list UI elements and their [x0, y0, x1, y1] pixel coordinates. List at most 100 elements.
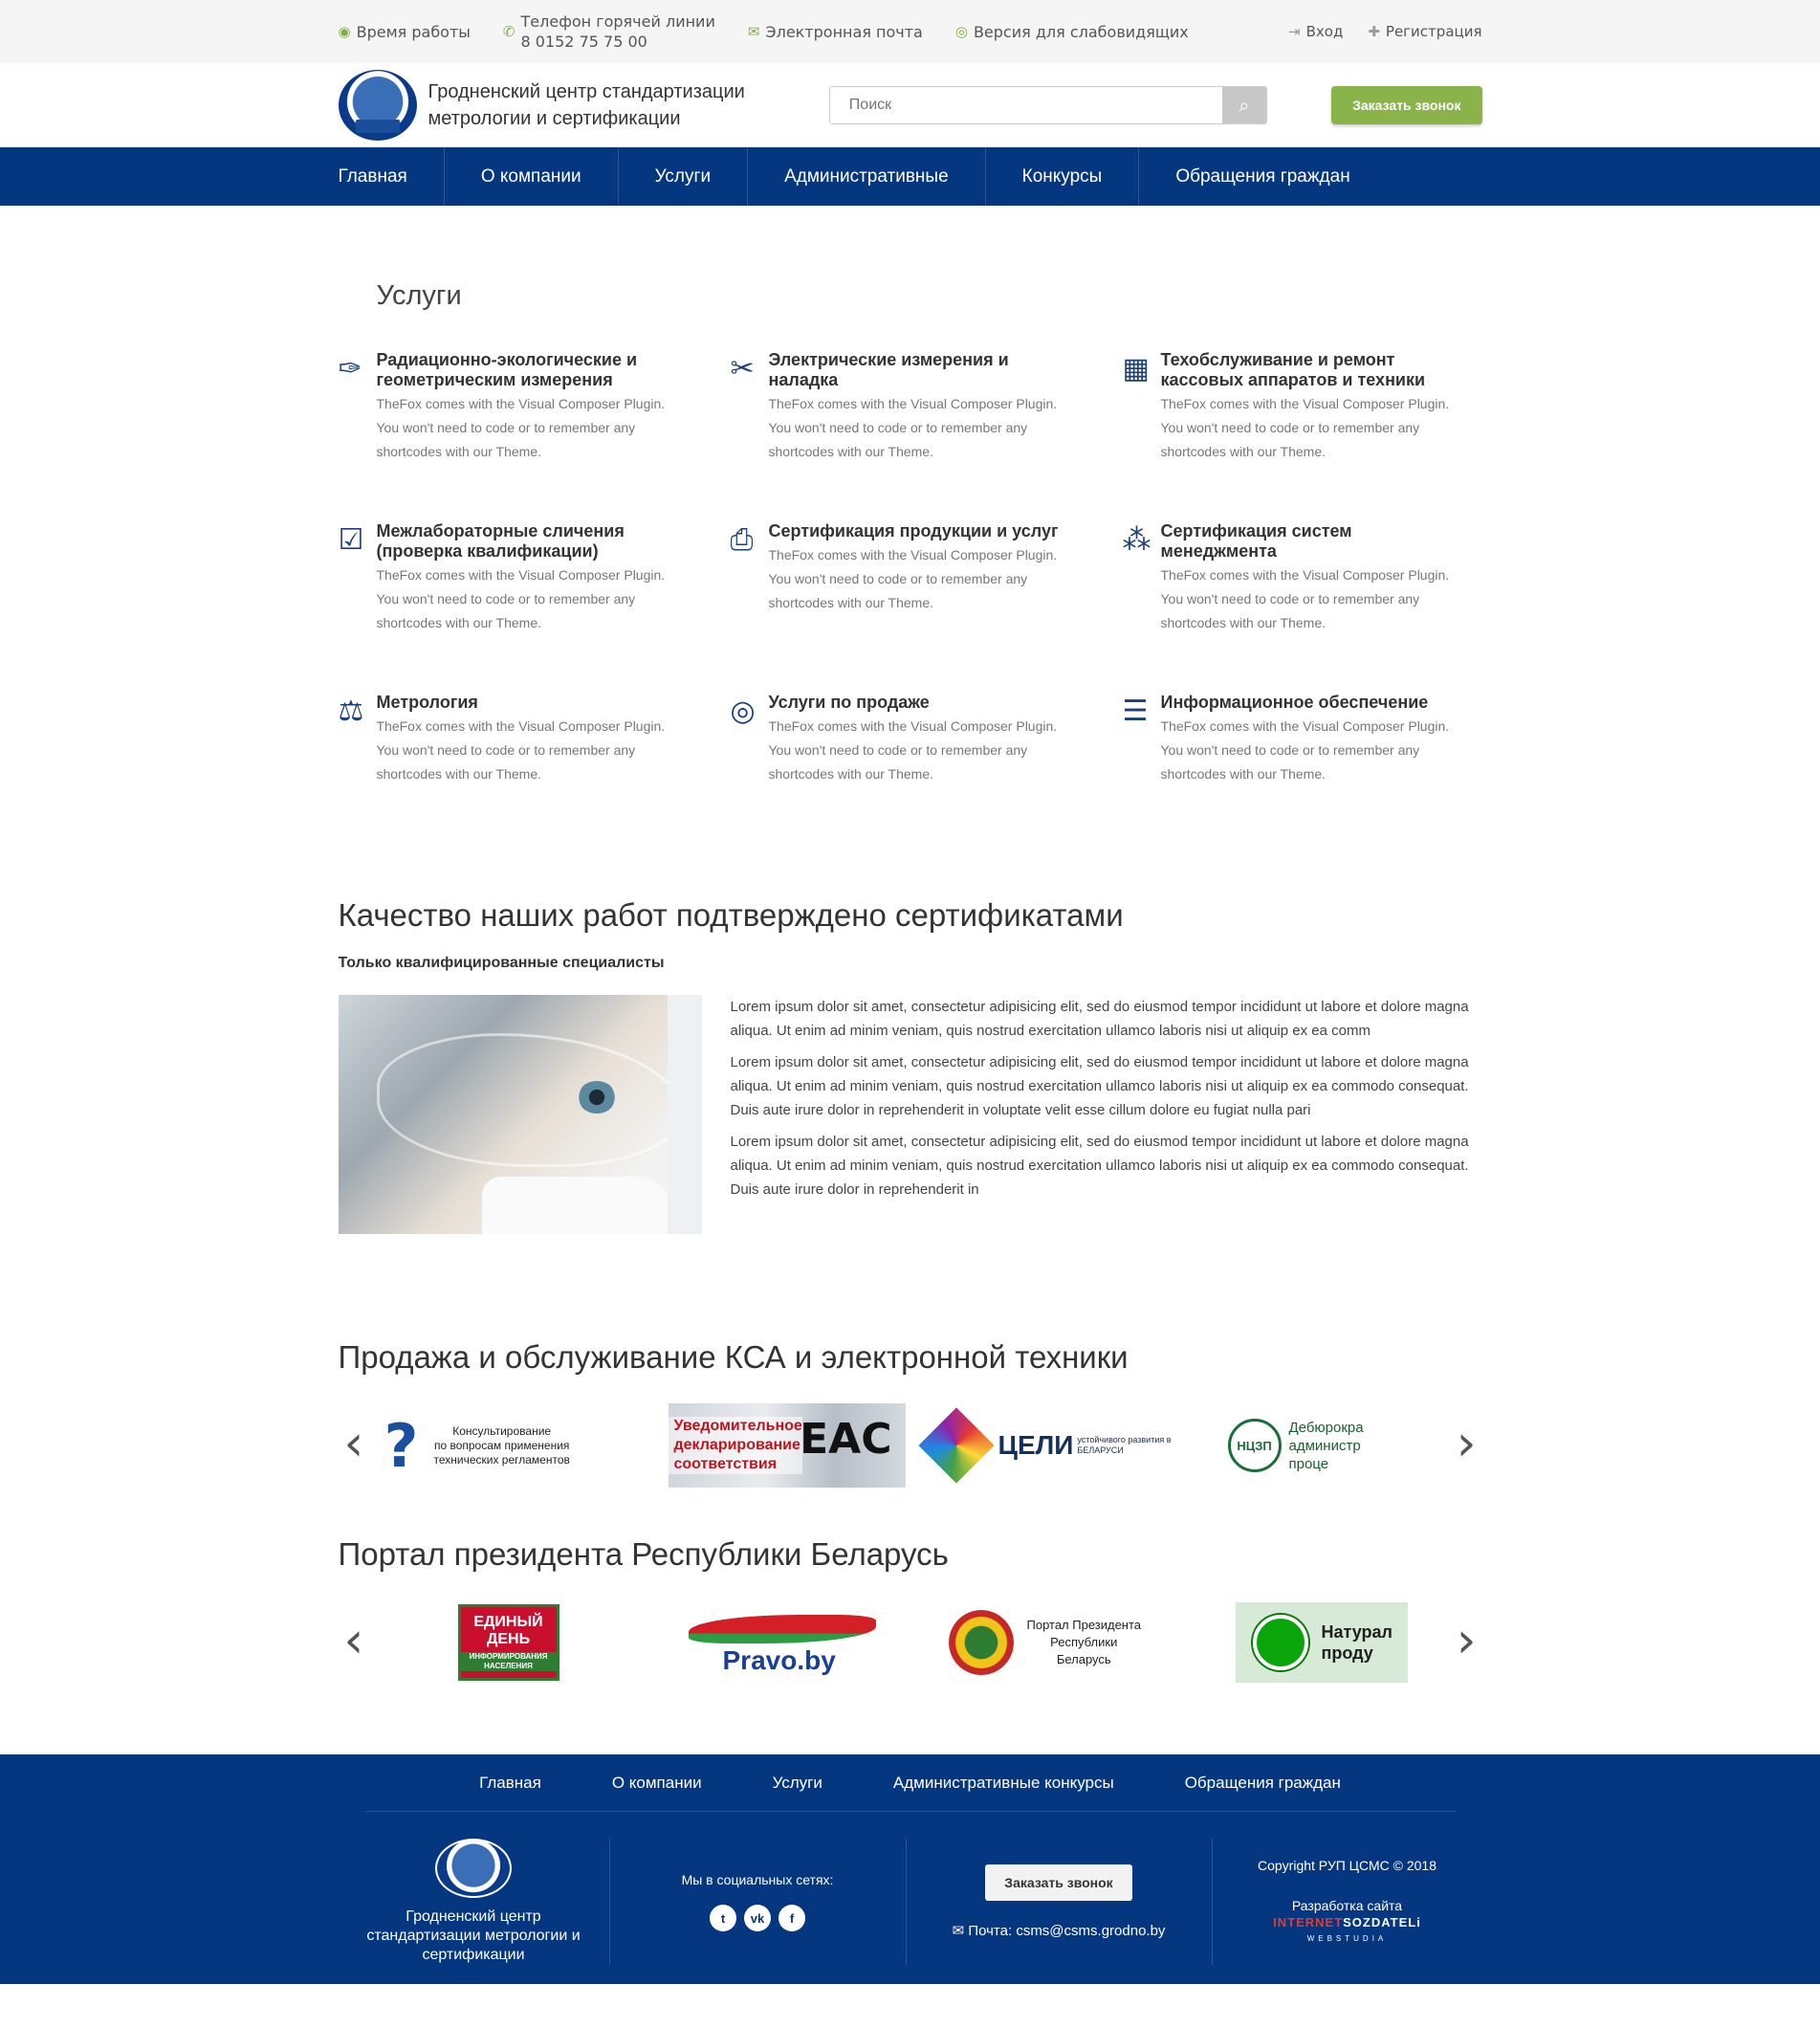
nav-item-home[interactable]: Главная	[339, 147, 445, 206]
coins-icon: ◎	[730, 695, 756, 728]
footer-mail[interactable]: ✉ Почта: csms@csms.grodno.by	[953, 1922, 1166, 1939]
topbar: ◉ Время работы ✆ Телефон горячей линии 8…	[0, 0, 1820, 63]
quality-section: Качество наших работ подтверждено сертиф…	[338, 897, 1482, 1234]
footer-social: Мы в социальных сетях: t vk f	[610, 1839, 907, 1965]
nav-item-administrative[interactable]: Административные	[748, 147, 986, 206]
sdg-diamond-icon	[917, 1407, 995, 1484]
nav-item-appeals[interactable]: Обращения граждан	[1139, 147, 1386, 206]
add-user-icon: ✚	[1368, 23, 1380, 40]
service-text: TheFox comes with the Visual Composer Pl…	[1160, 396, 1450, 459]
carousel-prev-button[interactable]: ‹	[344, 1419, 364, 1468]
chevron-right-icon: ›	[1456, 1612, 1477, 1669]
service-title[interactable]: Информационное обеспечение	[1161, 693, 1458, 713]
service-title[interactable]: Сертификация систем менеджмента	[1161, 521, 1458, 562]
portal-carousel: ‹ ЕДИНЫЙ ДЕНЬ ИНФОРМИРОВАНИЯ НАСЕЛЕНИЯ P…	[339, 1599, 1482, 1686]
chevron-left-icon: ‹	[343, 1612, 364, 1669]
carousel-prev-button[interactable]: ‹	[344, 1616, 364, 1665]
footer-link-contests[interactable]: Административные конкурсы	[893, 1774, 1114, 1793]
footer-order-call-button[interactable]: Заказать звонок	[985, 1864, 1132, 1901]
emblem-icon	[948, 1610, 1014, 1675]
login-icon: ⇥	[1288, 23, 1301, 40]
login-link[interactable]: ⇥ Вход	[1288, 23, 1343, 40]
carousel-next-button[interactable]: ›	[1457, 1616, 1477, 1665]
footer-copyright: Copyright РУП ЦСМС © 2018 Разработка сай…	[1213, 1839, 1482, 1965]
service-title[interactable]: Межлабораторные сличения (проверка квали…	[377, 521, 673, 562]
service-title[interactable]: Радиационно-экологические и геометрическ…	[377, 350, 673, 390]
services-title: Услуги	[376, 280, 462, 311]
portal-title: Портал президента Республики Беларусь	[338, 1536, 949, 1572]
service-text: TheFox comes with the Visual Composer Pl…	[768, 547, 1058, 610]
natural-product-banner[interactable]: Натурал проду	[1235, 1599, 1408, 1686]
pravo-by-banner[interactable]: Pravo.by	[688, 1599, 876, 1686]
low-vision-link[interactable]: ◎ Версия для слабовидящих	[955, 23, 1189, 41]
search-button[interactable]: ⌕	[1221, 87, 1266, 123]
scales-icon: ⚖	[338, 695, 364, 728]
president-portal-banner[interactable]: Портал Президента Республики Беларусь	[948, 1599, 1141, 1686]
service-text: TheFox comes with the Visual Composer Pl…	[376, 567, 666, 630]
information-day-banner[interactable]: ЕДИНЫЙ ДЕНЬ ИНФОРМИРОВАНИЯ НАСЕЛЕНИЯ	[457, 1599, 559, 1686]
header: Гродненский центр стандартизации метроло…	[0, 63, 1820, 147]
consult-banner[interactable]: ? Консультирование по вопросам применени…	[384, 1402, 570, 1489]
service-item[interactable]: ◎ Услуги по продаже TheFox comes with th…	[731, 693, 1123, 786]
service-item[interactable]: ▦ Техобслуживание и ремонт кассовых аппа…	[1123, 350, 1515, 464]
chevron-right-icon: ›	[1456, 1415, 1477, 1472]
footer: Главная О компании Услуги Административн…	[0, 1754, 1820, 1984]
search-icon: ⌕	[1239, 94, 1250, 117]
work-hours-link[interactable]: ◉ Время работы	[339, 23, 471, 41]
site-title[interactable]: Гродненский центр стандартизации метроло…	[428, 78, 745, 132]
service-title[interactable]: Метрология	[377, 693, 673, 713]
main-nav: Главная О компании Услуги Административн…	[0, 147, 1820, 206]
twitter-icon[interactable]: t	[710, 1905, 736, 1931]
service-item[interactable]: ⎙ Сертификация продукции и услуг TheFox …	[731, 521, 1123, 635]
footer-title: Гродненский центр стандартизации метроло…	[366, 1908, 581, 1963]
developer-credit[interactable]: Разработка сайта INTERNETSOZDATELi WEBST…	[1273, 1898, 1421, 1947]
flag-icon	[688, 1615, 876, 1643]
service-title[interactable]: Услуги по продаже	[769, 693, 1065, 713]
quality-paragraph: Lorem ipsum dolor sit amet, consectetur …	[730, 1054, 1469, 1118]
nav-item-services[interactable]: Услуги	[619, 147, 749, 206]
footer-logo[interactable]	[435, 1839, 512, 1898]
quality-paragraph: Lorem ipsum dolor sit amet, consectetur …	[730, 1134, 1469, 1198]
email-link[interactable]: ✉ Электронная почта	[748, 23, 923, 41]
service-title[interactable]: Электрические измерения и наладка	[769, 350, 1065, 390]
kca-title: Продажа и обслуживание КСА и электронной…	[338, 1339, 1129, 1375]
service-item[interactable]: ☰ Информационное обеспечение TheFox come…	[1123, 693, 1515, 786]
service-item[interactable]: ⁂ Сертификация систем менеджмента TheFox…	[1123, 521, 1515, 635]
order-call-button[interactable]: Заказать звонок	[1331, 86, 1482, 124]
footer-link-appeals[interactable]: Обращения граждан	[1185, 1774, 1341, 1793]
envelope-icon: ✉	[747, 23, 760, 40]
eac-banner[interactable]: Уведомительное декларирование соответств…	[668, 1402, 906, 1489]
portal-section: Портал президента Республики Беларусь ‹ …	[339, 1536, 1482, 1686]
search-input[interactable]	[829, 87, 1222, 123]
sdg-belarus-banner[interactable]: ЦЕЛИ устойчивого развития в БЕЛАРУСИ	[917, 1402, 1172, 1489]
nav-item-about[interactable]: О компании	[445, 147, 619, 206]
footer-link-about[interactable]: О компании	[612, 1774, 702, 1793]
service-title[interactable]: Сертификация продукции и услуг	[769, 521, 1065, 541]
service-text: TheFox comes with the Visual Composer Pl…	[376, 396, 666, 459]
facebook-icon[interactable]: f	[778, 1905, 805, 1931]
ncz-banner[interactable]: НЦЗП Дебюрокра администр проце	[1227, 1402, 1364, 1489]
site-logo[interactable]	[338, 70, 417, 141]
service-text: TheFox comes with the Visual Composer Pl…	[1160, 567, 1450, 630]
service-item[interactable]: ✑ Радиационно-экологические и геометриче…	[339, 350, 731, 464]
search-box: ⌕	[828, 86, 1267, 124]
service-title[interactable]: Техобслуживание и ремонт кассовых аппара…	[1161, 350, 1458, 390]
footer-link-services[interactable]: Услуги	[773, 1774, 822, 1793]
carousel-next-button[interactable]: ›	[1457, 1419, 1477, 1468]
service-item[interactable]: ⚖ Метрология TheFox comes with the Visua…	[339, 693, 731, 786]
phone-icon: ✆	[502, 23, 515, 40]
hotline[interactable]: ✆ Телефон горячей линии 8 0152 75 75 00	[503, 11, 715, 52]
natural-product-icon	[1252, 1615, 1308, 1670]
service-text: TheFox comes with the Visual Composer Pl…	[1160, 718, 1450, 782]
services-grid: ✑ Радиационно-экологические и геометриче…	[339, 350, 1482, 786]
service-item[interactable]: ☑ Межлабораторные сличения (проверка ква…	[339, 521, 731, 635]
nav-item-contests[interactable]: Конкурсы	[986, 147, 1140, 206]
documents-icon: ☰	[1122, 695, 1149, 728]
register-link[interactable]: ✚ Регистрация	[1368, 23, 1481, 40]
vk-icon[interactable]: vk	[744, 1905, 771, 1931]
service-item[interactable]: ✂ Электрические измерения и наладка TheF…	[731, 350, 1123, 464]
compass-icon: ✑	[338, 352, 362, 386]
services-section: Услуги ✑ Радиационно-экологические и гео…	[338, 280, 1482, 1686]
footer-link-home[interactable]: Главная	[479, 1774, 541, 1793]
footer-contact: Заказать звонок ✉ Почта: csms@csms.grodn…	[907, 1839, 1213, 1965]
